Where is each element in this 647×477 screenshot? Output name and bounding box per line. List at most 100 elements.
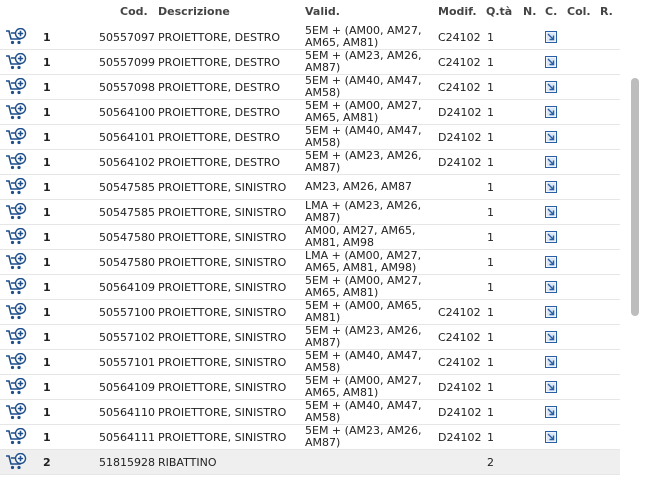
row-valid: 5EM + (AM40, AM47, AM58) <box>305 350 422 374</box>
open-link-icon[interactable] <box>545 281 557 293</box>
row-cod: 51815928 <box>99 456 155 469</box>
row-qta: 1 <box>487 406 494 419</box>
open-link-icon[interactable] <box>545 381 557 393</box>
open-link-icon[interactable] <box>545 231 557 243</box>
row-qta: 1 <box>487 31 494 44</box>
open-link-icon[interactable] <box>545 56 557 68</box>
open-link-icon[interactable] <box>545 331 557 343</box>
row-cod: 50557097 <box>99 31 155 44</box>
table-row: 1 50547580 PROIETTORE, SINISTRO AM00, AM27,… <box>0 225 620 250</box>
row-cod: 50557098 <box>99 81 155 94</box>
table-row: 1 50547585 PROIETTORE, SINISTRO LMA + (AM23… <box>0 200 620 225</box>
row-valid: 5EM + (AM23, AM26, AM87) <box>305 325 422 349</box>
row-valid: 5EM + (AM40, AM47, AM58) <box>305 75 422 99</box>
row-modif: C24102 <box>438 81 481 94</box>
row-descrizione: PROIETTORE, SINISTRO <box>158 181 287 194</box>
add-to-cart-icon[interactable] <box>5 177 27 196</box>
add-to-cart-icon[interactable] <box>5 377 27 396</box>
open-link-icon[interactable] <box>545 356 557 368</box>
table-row: 1 50564109 PROIETTORE, SINISTRO 5EM + (AM00… <box>0 375 620 400</box>
open-link-icon[interactable] <box>545 81 557 93</box>
table-header: Cod. Descrizione Valid. Modif. Q.tà N. C… <box>0 0 620 24</box>
open-link-icon[interactable] <box>545 181 557 193</box>
table-row: 1 50564110 PROIETTORE, SINISTRO 5EM + (AM40… <box>0 400 620 425</box>
row-cod: 50557102 <box>99 331 155 344</box>
row-num: 1 <box>43 331 51 344</box>
add-to-cart-icon[interactable] <box>5 402 27 421</box>
add-to-cart-icon[interactable] <box>5 352 27 371</box>
scrollbar-thumb[interactable] <box>631 78 639 316</box>
row-descrizione: RIBATTINO <box>158 456 217 469</box>
row-qta: 1 <box>487 181 494 194</box>
table-row: 1 50547585 PROIETTORE, SINISTRO AM23, AM26,… <box>0 175 620 200</box>
row-qta: 1 <box>487 331 494 344</box>
row-modif: C24102 <box>438 331 481 344</box>
row-modif: D24102 <box>438 156 482 169</box>
open-link-icon[interactable] <box>545 431 557 443</box>
add-to-cart-icon[interactable] <box>5 327 27 346</box>
add-to-cart-icon[interactable] <box>5 202 27 221</box>
row-modif: D24102 <box>438 131 482 144</box>
row-num: 1 <box>43 31 51 44</box>
row-modif: D24102 <box>438 431 482 444</box>
open-link-icon[interactable] <box>545 306 557 318</box>
table-row: 1 50564101 PROIETTORE, DESTRO 5EM + (AM40, … <box>0 125 620 150</box>
add-to-cart-icon[interactable] <box>5 302 27 321</box>
row-cod: 50557101 <box>99 356 155 369</box>
row-qta: 1 <box>487 56 494 69</box>
add-to-cart-icon[interactable] <box>5 127 27 146</box>
row-num: 1 <box>43 181 51 194</box>
row-qta: 1 <box>487 131 494 144</box>
row-cod: 50547580 <box>99 256 155 269</box>
add-to-cart-icon[interactable] <box>5 227 27 246</box>
add-to-cart-icon[interactable] <box>5 52 27 71</box>
row-valid: AM00, AM27, AM65, AM81, AM98 <box>305 225 416 249</box>
row-modif: C24102 <box>438 356 481 369</box>
add-to-cart-icon[interactable] <box>5 277 27 296</box>
open-link-icon[interactable] <box>545 206 557 218</box>
add-to-cart-icon[interactable] <box>5 77 27 96</box>
row-qta: 1 <box>487 156 494 169</box>
table-row: 1 50557097 PROIETTORE, DESTRO 5EM + (AM00, … <box>0 25 620 50</box>
add-to-cart-icon[interactable] <box>5 102 27 121</box>
row-qta: 2 <box>487 456 494 469</box>
row-qta: 1 <box>487 256 494 269</box>
row-modif: C24102 <box>438 31 481 44</box>
row-valid: 5EM + (AM40, AM47, AM58) <box>305 400 422 424</box>
row-descrizione: PROIETTORE, DESTRO <box>158 131 281 144</box>
row-cod: 50564102 <box>99 156 155 169</box>
row-valid: 5EM + (AM23, AM26, AM87) <box>305 50 422 74</box>
row-qta: 1 <box>487 381 494 394</box>
row-cod: 50557100 <box>99 306 155 319</box>
table-row: 1 50564102 PROIETTORE, DESTRO 5EM + (AM23, … <box>0 150 620 175</box>
open-link-icon[interactable] <box>545 31 557 43</box>
row-descrizione: PROIETTORE, SINISTRO <box>158 206 287 219</box>
header-cod: Cod. <box>120 5 148 18</box>
row-descrizione: PROIETTORE, DESTRO <box>158 56 281 69</box>
row-num: 1 <box>43 231 51 244</box>
table-row: 1 50564100 PROIETTORE, DESTRO 5EM + (AM00, … <box>0 100 620 125</box>
row-num: 2 <box>43 456 51 469</box>
row-modif: D24102 <box>438 406 482 419</box>
row-qta: 1 <box>487 356 494 369</box>
row-num: 1 <box>43 281 51 294</box>
add-to-cart-icon[interactable] <box>5 452 27 471</box>
row-descrizione: PROIETTORE, SINISTRO <box>158 381 287 394</box>
open-link-icon[interactable] <box>545 256 557 268</box>
open-link-icon[interactable] <box>545 156 557 168</box>
row-cod: 50547585 <box>99 206 155 219</box>
open-link-icon[interactable] <box>545 406 557 418</box>
add-to-cart-icon[interactable] <box>5 427 27 446</box>
row-cod: 50564109 <box>99 381 155 394</box>
row-descrizione: PROIETTORE, SINISTRO <box>158 356 287 369</box>
open-link-icon[interactable] <box>545 106 557 118</box>
add-to-cart-icon[interactable] <box>5 152 27 171</box>
add-to-cart-icon[interactable] <box>5 252 27 271</box>
row-cod: 50564100 <box>99 106 155 119</box>
table-row: 1 50557101 PROIETTORE, SINISTRO 5EM + (AM40… <box>0 350 620 375</box>
row-num: 1 <box>43 431 51 444</box>
row-descrizione: PROIETTORE, SINISTRO <box>158 431 287 444</box>
row-num: 1 <box>43 381 51 394</box>
open-link-icon[interactable] <box>545 131 557 143</box>
add-to-cart-icon[interactable] <box>5 27 27 46</box>
